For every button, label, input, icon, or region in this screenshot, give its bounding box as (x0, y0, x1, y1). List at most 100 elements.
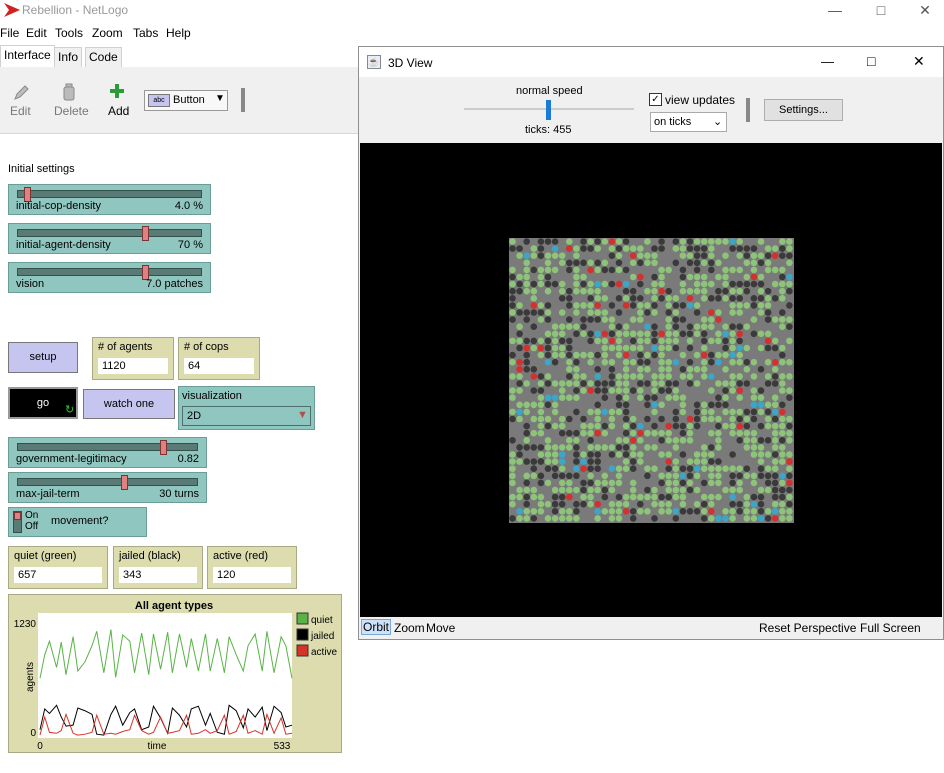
minimize-icon[interactable]: — (821, 54, 834, 69)
quiet-agent (665, 358, 672, 366)
slider-thumb[interactable] (141, 226, 149, 241)
slider-max-jail-term[interactable]: max-jail-term 30 turns (8, 472, 207, 503)
slider-thumb[interactable] (121, 475, 129, 490)
jailed-agent (594, 366, 601, 373)
view-updates-checkbox[interactable]: ✓ (649, 93, 662, 106)
quiet-agent (601, 358, 609, 366)
close-icon[interactable]: ✕ (913, 53, 925, 70)
move-button[interactable]: Move (426, 621, 455, 635)
quiet-agent (729, 287, 736, 295)
orbit-button[interactable]: Orbit (361, 619, 392, 635)
slider-vision[interactable]: vision 7.0 patches (8, 262, 211, 293)
settings-button[interactable]: Settings... (764, 99, 843, 121)
plot-all-agent-types: All agent types 1230 0 0 533 time agents… (8, 594, 342, 753)
menu-file[interactable]: File (0, 26, 19, 40)
jailed-agent (665, 387, 672, 394)
edit-button[interactable]: Edit (10, 104, 31, 118)
quiet-agent (779, 387, 786, 394)
cop-agent (686, 302, 694, 309)
pencil-icon[interactable] (12, 84, 30, 102)
monitor-value: 64 (184, 358, 254, 374)
active-agent (771, 358, 779, 366)
y-tick-min: 0 (30, 728, 36, 739)
active-agent (786, 479, 793, 487)
full-screen-button[interactable]: Full Screen (860, 621, 921, 635)
slider-initial-cop-density[interactable]: initial-cop-density 4.0 % (8, 184, 211, 215)
menu-edit[interactable]: Edit (26, 26, 47, 40)
speed-slider-thumb[interactable] (546, 100, 551, 120)
delete-button[interactable]: Delete (54, 104, 89, 118)
jailed-agent (686, 259, 694, 267)
reset-perspective-button[interactable]: Reset Perspective (759, 621, 856, 635)
menu-tools[interactable]: Tools (55, 26, 83, 40)
tab-code[interactable]: Code (85, 47, 122, 67)
jailed-agent (679, 273, 687, 281)
slider-thumb[interactable] (159, 440, 167, 455)
add-icon[interactable] (109, 83, 125, 99)
zoom-button[interactable]: Zoom (394, 621, 425, 635)
quiet-agent (644, 465, 651, 473)
cop-agent (601, 408, 609, 416)
jailed-agent (786, 486, 793, 494)
close-icon[interactable]: ✕ (902, 0, 944, 22)
quiet-agent (544, 266, 552, 274)
jailed-agent (601, 493, 609, 501)
minimize-icon[interactable]: — (812, 0, 858, 22)
jailed-agent (551, 508, 559, 515)
quiet-agent (736, 408, 743, 416)
jailed-agent (551, 472, 559, 480)
jailed-agent (558, 429, 566, 437)
quiet-agent (708, 387, 715, 394)
3d-viewport[interactable] (360, 143, 942, 617)
visualization-chooser[interactable]: visualization 2D ▼ (178, 386, 315, 430)
quiet-agent (615, 408, 623, 416)
slider-initial-agent-density[interactable]: initial-agent-density 70 % (8, 223, 211, 254)
jailed-agent (622, 238, 630, 245)
jailed-agent (743, 287, 751, 295)
jailed-agent (679, 316, 687, 323)
jailed-agent (537, 387, 545, 394)
active-agent (566, 245, 573, 252)
quiet-agent (637, 344, 644, 352)
jailed-agent (779, 273, 786, 281)
jailed-agent (644, 401, 651, 409)
trash-icon[interactable] (62, 83, 76, 101)
quiet-agent (708, 316, 715, 323)
quiet-agent (672, 295, 680, 302)
quiet-agent (530, 245, 538, 252)
y-tick-max: 1230 (14, 619, 37, 630)
menu-zoom[interactable]: Zoom (92, 26, 123, 40)
cop-agent (551, 394, 559, 401)
tab-interface[interactable]: Interface (0, 45, 55, 67)
maximize-icon[interactable]: □ (867, 53, 875, 69)
quiet-agent (523, 472, 530, 480)
quiet-agent (516, 415, 523, 423)
quiet-agent (743, 259, 751, 267)
view-3d-window: ☕ 3D View — □ ✕ normal speed ticks: 455 … (358, 46, 944, 640)
update-mode-select[interactable]: on ticks ⌄ (650, 112, 727, 132)
movement-switch[interactable]: On Off movement? (8, 507, 147, 537)
jailed-agent (757, 437, 765, 444)
quiet-agent (580, 273, 587, 281)
watch-one-button[interactable]: watch one (83, 389, 175, 419)
setup-button[interactable]: setup (8, 342, 78, 373)
go-button[interactable]: go ↻ (8, 387, 78, 419)
jailed-agent (637, 500, 644, 508)
menu-tabs[interactable]: Tabs (133, 26, 158, 40)
quiet-agent (594, 295, 601, 302)
tab-info[interactable]: Info (54, 47, 83, 67)
active-agent (622, 351, 630, 359)
maximize-icon[interactable]: □ (858, 0, 904, 22)
widget-type-select[interactable]: abc Button ▼ (144, 90, 228, 111)
monitor-value: 657 (14, 567, 102, 583)
quiet-agent (708, 252, 715, 259)
menu-help[interactable]: Help (166, 26, 191, 40)
slider-government-legitimacy[interactable]: government-legitimacy 0.82 (8, 437, 207, 468)
monitor-quiet: quiet (green) 657 (8, 546, 108, 589)
quiet-agent (786, 451, 793, 458)
quiet-agent (544, 259, 552, 267)
jailed-agent (530, 515, 538, 522)
switch-thumb[interactable] (14, 512, 21, 520)
add-button[interactable]: Add (108, 104, 129, 118)
chooser-dropdown[interactable]: 2D ▼ (182, 406, 311, 426)
